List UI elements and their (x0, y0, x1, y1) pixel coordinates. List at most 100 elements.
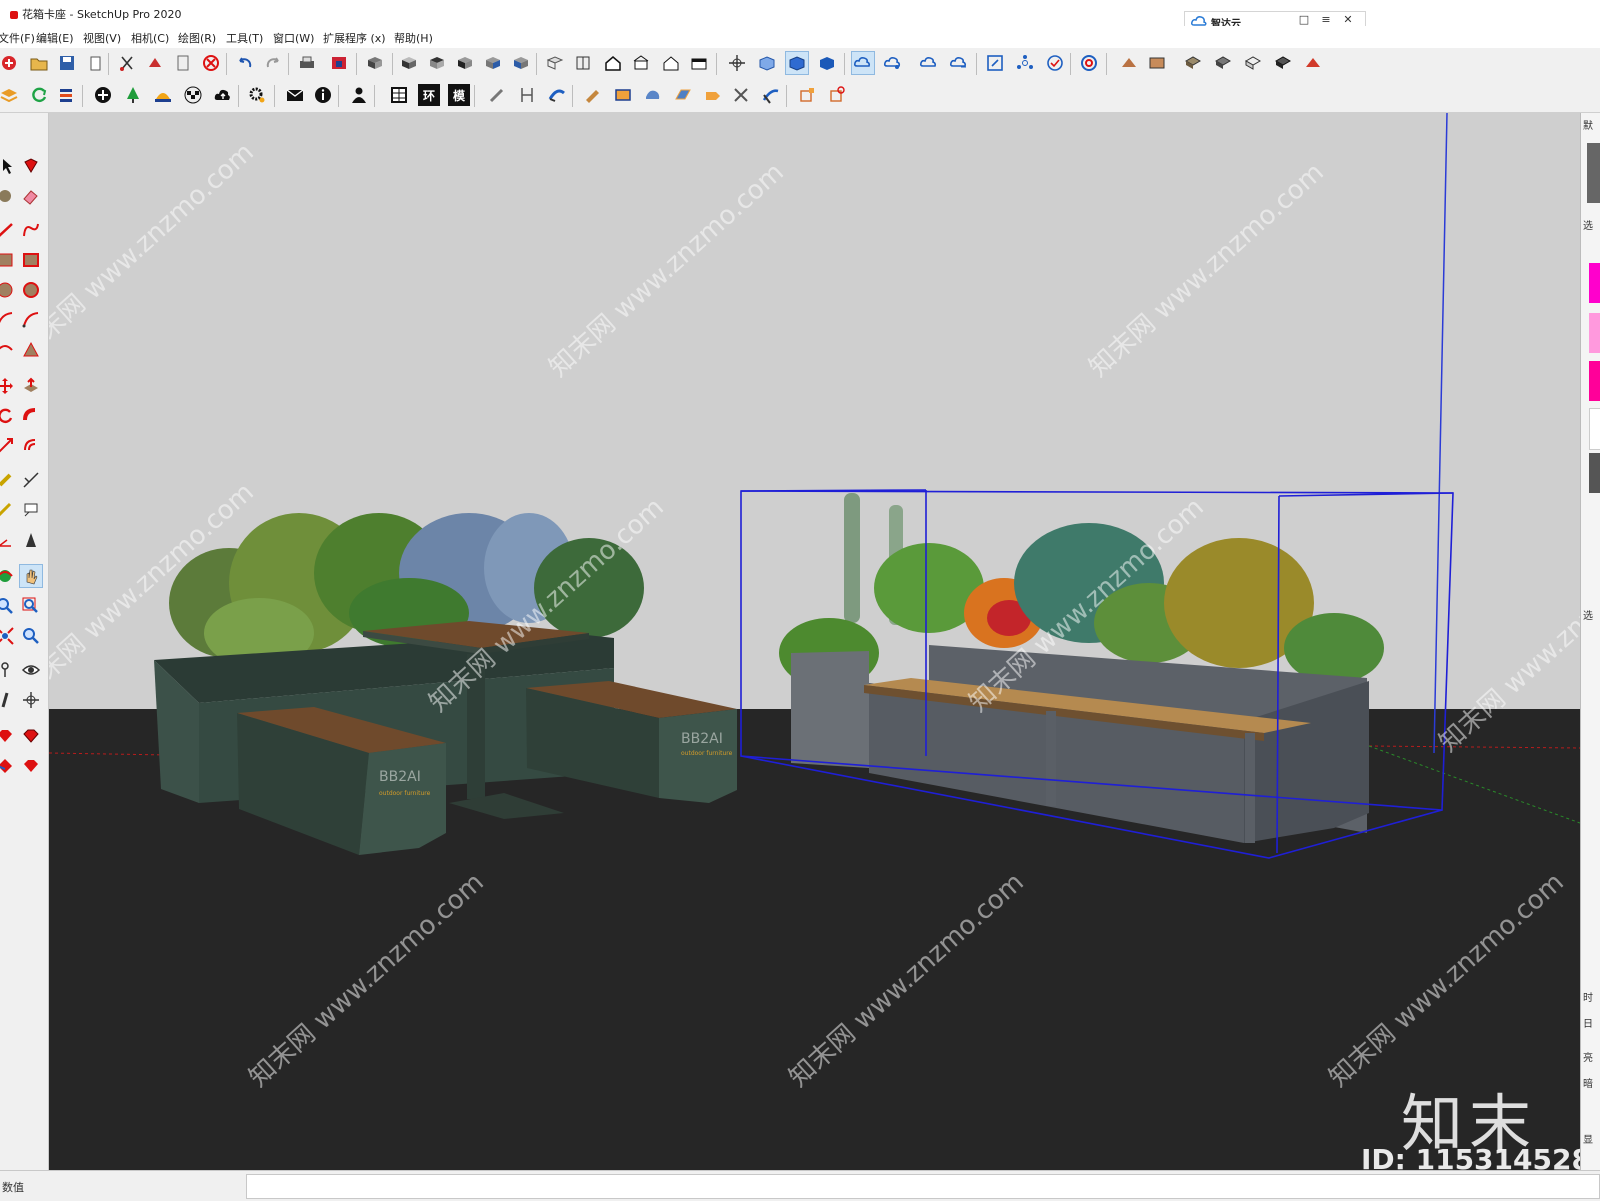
print-icon[interactable] (296, 52, 318, 74)
eraser-paint-icon[interactable] (0, 185, 16, 207)
style-tile-3-icon[interactable] (1182, 52, 1204, 74)
refresh-icon[interactable] (28, 84, 50, 106)
cut-icon[interactable] (116, 52, 138, 74)
monochrome-icon[interactable] (816, 52, 838, 74)
dimension-icon[interactable] (20, 469, 42, 491)
xray-icon[interactable] (756, 52, 778, 74)
clipboard-icon[interactable] (172, 52, 194, 74)
close-icon[interactable]: ✕ (1341, 13, 1355, 27)
garage-icon[interactable] (660, 52, 682, 74)
section-icon[interactable] (516, 84, 538, 106)
brush-icon[interactable] (582, 84, 604, 106)
export-icon[interactable] (56, 84, 78, 106)
scene-svg[interactable]: BB2AI outdoor furniture BB2AI outdoor fu… (49, 113, 1580, 1170)
undo-icon[interactable] (234, 52, 256, 74)
scale-icon[interactable] (0, 435, 16, 457)
network-icon[interactable] (1014, 52, 1036, 74)
tray-color-swatch-2[interactable] (1589, 313, 1600, 353)
select-arrow-icon[interactable] (0, 155, 16, 177)
rotated-rect-icon[interactable] (20, 249, 42, 271)
style-tile-6-icon[interactable] (1272, 52, 1294, 74)
menu-extensions[interactable]: 扩展程序 (x) (323, 30, 386, 46)
right-view-icon[interactable] (482, 52, 504, 74)
menu-file[interactable]: 文件(F) (0, 30, 35, 46)
walk-icon[interactable] (0, 689, 16, 711)
house-outline-icon[interactable] (630, 52, 652, 74)
style-tile-2-icon[interactable] (1146, 52, 1168, 74)
shed-icon[interactable] (572, 52, 594, 74)
pie-icon[interactable] (20, 339, 42, 361)
rotate-icon[interactable] (0, 405, 16, 427)
arc3-icon[interactable] (0, 339, 16, 361)
measurement-input[interactable] (246, 1174, 1600, 1199)
tray-color-swatch-1[interactable] (1589, 263, 1600, 303)
move-icon[interactable] (0, 375, 16, 397)
push-pull-icon[interactable] (20, 375, 42, 397)
orbit-icon[interactable] (0, 565, 16, 587)
style-tile-7-icon[interactable] (1302, 52, 1324, 74)
paint-bucket-icon[interactable] (20, 155, 42, 177)
line-icon[interactable] (0, 219, 16, 241)
section-plane-icon[interactable] (20, 689, 42, 711)
check-refresh-icon[interactable] (1044, 52, 1066, 74)
zoom-extents-small-icon[interactable] (0, 625, 16, 647)
cloud-download-icon[interactable] (948, 52, 970, 74)
eraser-icon[interactable] (20, 185, 42, 207)
select-box-2-icon[interactable] (826, 84, 848, 106)
front-view-icon[interactable] (454, 52, 476, 74)
offset-icon[interactable] (20, 435, 42, 457)
gear-icon[interactable] (246, 84, 268, 106)
look-around-icon[interactable] (20, 659, 42, 681)
group-icon[interactable] (364, 52, 386, 74)
iso-view-icon[interactable] (398, 52, 420, 74)
add-circle-icon[interactable] (92, 84, 114, 106)
info-icon[interactable] (312, 84, 334, 106)
axes-icon[interactable] (0, 529, 16, 551)
browser-icon[interactable] (1078, 52, 1100, 74)
house-icon[interactable] (602, 52, 624, 74)
sweep-icon[interactable] (760, 84, 782, 106)
menu-icon[interactable]: ≡ (1319, 13, 1333, 27)
tray-color-swatch-4[interactable] (1589, 408, 1600, 450)
circle-icon[interactable] (0, 279, 16, 301)
tape-measure-icon[interactable] (0, 469, 16, 491)
text-icon[interactable] (20, 499, 42, 521)
box-house-icon[interactable] (688, 52, 710, 74)
pan-hand-icon[interactable] (19, 564, 43, 588)
style-tile-1-icon[interactable] (1118, 52, 1140, 74)
style-tile-5-icon[interactable] (1242, 52, 1264, 74)
cloud-upload-icon[interactable] (918, 52, 940, 74)
select-box-icon[interactable] (796, 84, 818, 106)
person-icon[interactable] (348, 84, 370, 106)
component-icon[interactable] (144, 52, 166, 74)
ruby2-icon[interactable] (20, 725, 42, 747)
layers-icon[interactable] (0, 84, 20, 106)
back-view-icon[interactable] (510, 52, 532, 74)
warehouse-icon[interactable] (328, 52, 350, 74)
box-icon[interactable] (612, 84, 634, 106)
left-view-icon[interactable] (544, 52, 566, 74)
cross-icon[interactable] (730, 84, 752, 106)
polygon-icon[interactable] (20, 279, 42, 301)
menu-help[interactable]: 帮助(H) (394, 30, 433, 46)
shape-icon[interactable] (642, 84, 664, 106)
tree-icon[interactable] (122, 84, 144, 106)
3d-text-icon[interactable] (20, 529, 42, 551)
menu-camera[interactable]: 相机(C) (131, 30, 169, 46)
freehand-icon[interactable] (20, 219, 42, 241)
follow-me-tool-icon[interactable] (20, 405, 42, 427)
new-model-icon[interactable] (0, 52, 20, 74)
follow-me-icon[interactable] (546, 84, 568, 106)
menu-window[interactable]: 窗口(W) (273, 30, 314, 46)
tray-color-swatch-5[interactable] (1589, 453, 1600, 493)
ruby4-icon[interactable] (20, 755, 42, 777)
position-camera-icon[interactable] (0, 659, 16, 681)
redo-icon[interactable] (262, 52, 284, 74)
model-viewport[interactable]: BB2AI outdoor furniture BB2AI outdoor fu… (49, 113, 1580, 1170)
axis-move-icon[interactable] (726, 52, 748, 74)
mail-icon[interactable] (284, 84, 306, 106)
zoom-window-icon[interactable] (20, 595, 42, 617)
menu-draw[interactable]: 绘图(R) (178, 30, 216, 46)
cloud-sync-icon[interactable] (851, 51, 875, 75)
pencil-icon[interactable] (486, 84, 508, 106)
